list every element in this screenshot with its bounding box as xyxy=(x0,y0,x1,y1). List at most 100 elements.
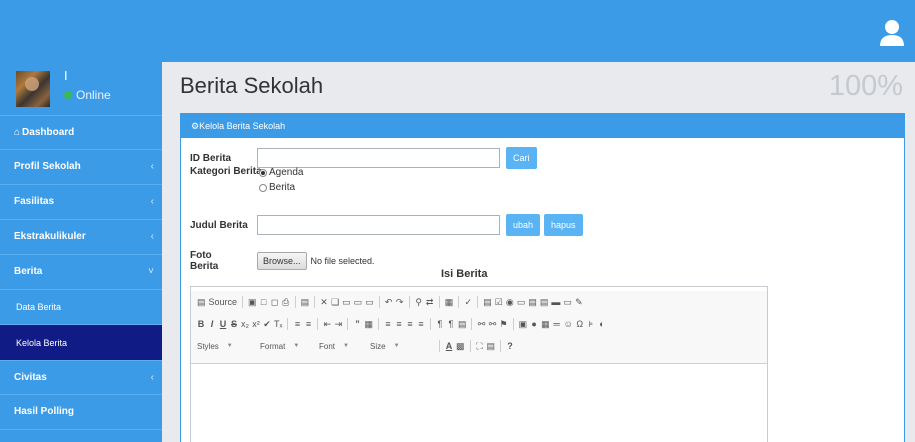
sidebar-item-berita[interactable]: Berita ˅ xyxy=(0,255,162,290)
judul-berita-input[interactable] xyxy=(257,215,500,235)
align-right-icon[interactable]: ≡ xyxy=(406,319,414,329)
copy-format-icon[interactable]: ✔ xyxy=(263,319,271,330)
align-center-icon[interactable]: ≡ xyxy=(395,319,403,329)
sidebar-item-kelola-berita[interactable]: Kelola Berita xyxy=(0,325,162,361)
sidebar-item-label: Hasil Polling xyxy=(14,406,75,417)
copy-icon[interactable]: ❏ xyxy=(331,297,339,308)
kategori-option-agenda[interactable]: Agenda xyxy=(259,167,303,178)
dashboard-icon: ⌂ xyxy=(14,126,21,138)
chevron-down-icon: ˅ xyxy=(148,266,154,277)
format-dropdown[interactable]: Format ▼ xyxy=(260,342,316,351)
styles-dropdown[interactable]: Styles ▼ xyxy=(197,342,257,351)
sidebar-item-fasilitas[interactable]: Fasilitas ‹ xyxy=(0,185,162,220)
id-berita-input[interactable] xyxy=(257,148,500,168)
source-button[interactable]: Source xyxy=(209,297,238,307)
div-icon[interactable]: ▦ xyxy=(364,319,373,330)
hapus-button[interactable]: hapus xyxy=(544,214,583,236)
flash-icon[interactable]: ● xyxy=(530,319,538,329)
judul-berita-label: Judul Berita xyxy=(190,219,248,231)
underline-icon[interactable]: U xyxy=(219,319,227,329)
link-icon[interactable]: ⚯ xyxy=(477,319,486,330)
cut-icon[interactable]: ✕ xyxy=(320,297,328,308)
italic-icon[interactable]: I xyxy=(208,319,216,329)
find-icon[interactable]: ⚲ xyxy=(415,297,423,308)
unlink-icon[interactable]: ⚯ xyxy=(488,319,497,330)
smiley-icon[interactable]: ☺ xyxy=(564,319,573,329)
undo-icon[interactable]: ↶ xyxy=(385,297,393,308)
show-blocks-icon[interactable]: ▤ xyxy=(487,341,496,352)
button-icon[interactable]: ▬ xyxy=(551,297,560,307)
select-icon[interactable]: ▤ xyxy=(540,297,549,308)
font-dropdown[interactable]: Font ▼ xyxy=(319,342,367,351)
justify-icon[interactable]: ≡ xyxy=(417,319,425,329)
help-button[interactable]: ? xyxy=(506,341,514,351)
gear-icon: ⚙ xyxy=(191,121,200,131)
image-icon[interactable]: ▣ xyxy=(519,319,528,330)
paste-icon[interactable]: ▭ xyxy=(342,297,351,308)
sidebar-menu: ⌂ Dashboard Profil Sekolah ‹ Fasilitas ‹… xyxy=(0,116,162,430)
avatar xyxy=(16,71,50,107)
sidebar-item-data-berita[interactable]: Data Berita xyxy=(0,290,162,325)
sidebar-item-hasil-polling[interactable]: Hasil Polling xyxy=(0,395,162,430)
textfield-icon[interactable]: ▭ xyxy=(517,297,526,308)
form-icon[interactable]: ▤ xyxy=(483,297,492,308)
page-title: Berita Sekolah xyxy=(180,73,324,98)
spellcheck-icon[interactable]: ✓ xyxy=(464,297,472,308)
source-icon[interactable]: ▤ xyxy=(197,297,206,308)
remove-format-icon[interactable]: Tₓ xyxy=(274,319,282,329)
rtl-icon[interactable]: ¶ xyxy=(447,319,455,329)
print-icon[interactable]: ⎙ xyxy=(282,297,290,308)
preview-icon[interactable]: ◻ xyxy=(271,297,279,308)
save-icon[interactable]: ▣ xyxy=(248,297,257,308)
numbered-list-icon[interactable]: ≡ xyxy=(293,319,301,329)
templates-icon[interactable]: ▤ xyxy=(301,297,310,308)
user-icon[interactable] xyxy=(879,19,905,47)
replace-icon[interactable]: ⇄ xyxy=(426,297,434,308)
foto-berita-label: Foto Berita xyxy=(190,250,219,272)
judul-berita-row: Judul Berita ubah hapus xyxy=(190,214,583,236)
redo-icon[interactable]: ↷ xyxy=(396,297,404,308)
subscript-icon[interactable]: x₂ xyxy=(241,319,249,329)
background-color-icon[interactable]: ▩ xyxy=(456,341,465,352)
editor-content-area[interactable] xyxy=(191,364,767,442)
anchor-icon[interactable]: ⚑ xyxy=(499,319,507,330)
page-break-icon[interactable]: ⊧ xyxy=(587,319,595,330)
paste-word-icon[interactable]: ▭ xyxy=(365,297,374,308)
table-icon[interactable]: ▦ xyxy=(541,319,550,330)
paste-text-icon[interactable]: ▭ xyxy=(354,297,363,308)
size-dropdown[interactable]: Size ▼ xyxy=(370,342,434,351)
strikethrough-icon[interactable]: S xyxy=(230,319,238,329)
maximize-icon[interactable]: ⛶ xyxy=(476,341,484,352)
rich-text-editor: ▤ Source ▣ □ ◻ ⎙ ▤ ✕ ❏ ▭ ▭ ▭ ↶ ↷ ⚲ ⇄ ▦ ✓… xyxy=(190,286,768,442)
sidebar-item-ekstrakulikuler[interactable]: Ekstrakulikuler ‹ xyxy=(0,220,162,255)
iframe-icon[interactable]: ◐ xyxy=(598,319,606,329)
cari-button[interactable]: Cari xyxy=(506,147,537,169)
kategori-option-berita[interactable]: Berita xyxy=(259,182,295,193)
outdent-icon[interactable]: ⇤ xyxy=(323,319,332,330)
sidebar-item-dashboard[interactable]: ⌂ Dashboard xyxy=(0,116,162,150)
new-page-icon[interactable]: □ xyxy=(260,297,268,307)
image-button-icon[interactable]: ▭ xyxy=(563,297,572,308)
text-color-icon[interactable]: A xyxy=(445,341,453,351)
ubah-button[interactable]: ubah xyxy=(506,214,541,236)
textarea-icon[interactable]: ▤ xyxy=(528,297,537,308)
sidebar-item-civitas[interactable]: Civitas ‹ xyxy=(0,361,162,395)
hidden-field-icon[interactable]: ✎ xyxy=(575,297,583,308)
bulleted-list-icon[interactable]: ≡ xyxy=(304,319,312,329)
chevron-down-icon: ▼ xyxy=(393,343,400,349)
checkbox-icon[interactable]: ☑ xyxy=(495,297,503,308)
superscript-icon[interactable]: x² xyxy=(252,319,260,329)
indent-icon[interactable]: ⇥ xyxy=(334,319,343,330)
bold-icon[interactable]: B xyxy=(197,319,205,329)
language-icon[interactable]: ▤ xyxy=(458,319,467,330)
special-char-icon[interactable]: Ω xyxy=(576,319,584,329)
file-status: No file selected. xyxy=(310,256,375,266)
sidebar-item-profil-sekolah[interactable]: Profil Sekolah ‹ xyxy=(0,150,162,185)
select-all-icon[interactable]: ▦ xyxy=(445,297,454,308)
ltr-icon[interactable]: ¶ xyxy=(436,319,444,329)
horizontal-line-icon[interactable]: ═ xyxy=(553,319,561,329)
align-left-icon[interactable]: ≡ xyxy=(384,319,392,329)
blockquote-icon[interactable]: ” xyxy=(353,319,361,329)
radio-icon[interactable]: ◉ xyxy=(506,297,514,308)
browse-button[interactable]: Browse... xyxy=(257,252,307,270)
